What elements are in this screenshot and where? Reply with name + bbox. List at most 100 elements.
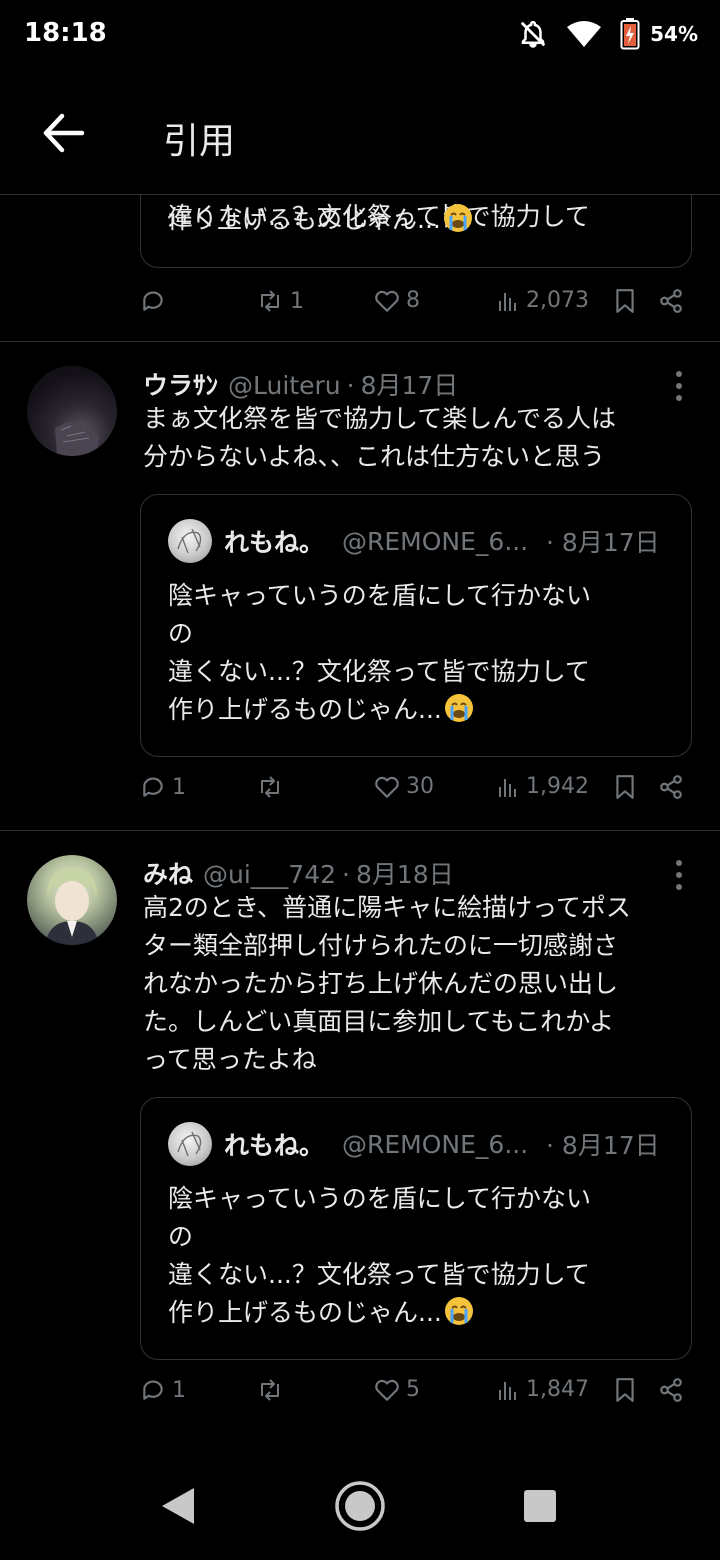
quoted-user-handle: @REMONE_6...: [342, 526, 529, 556]
retweet-count: 1: [290, 288, 304, 314]
tweet-text-line: まぁ文化祭を皆で協力して楽しんでる人は: [143, 404, 617, 433]
quoted-tweet-card-text: 違くない...？文化祭って皆で協力して 作り上げるものじゃん...: [140, 195, 692, 268]
share-button[interactable]: [658, 288, 684, 314]
quote-text-line: 陰キャっていうのを盾にして行かない: [168, 1184, 592, 1213]
bookmark-icon: [616, 1378, 634, 1402]
separator-dot: ·: [342, 860, 350, 889]
like-button[interactable]: 5: [374, 1377, 420, 1402]
views-button[interactable]: 2,073: [496, 288, 589, 313]
views-chart-icon: [499, 1381, 516, 1400]
bookmark-icon: [616, 289, 634, 313]
quoted-tweet-card[interactable]: れもね。 @REMONE_6... · 8月17日 陰キャっていうのを盾にして行…: [140, 1097, 692, 1360]
tweet[interactable]: ウラｻﾝ @Luiteru · 8月17日 まぁ文化祭を皆で協力して楽しんでる人…: [0, 342, 720, 831]
tweet-text-line: 高2のとき、普通に陽キャに絵描けってポス: [143, 893, 631, 922]
tweet-text-line: って思ったよね: [143, 1045, 317, 1074]
tweet-actions: 1 5 1,847: [140, 1377, 685, 1417]
quoted-tweet-card[interactable]: れもね。 @REMONE_6... · 8月17日 陰キャっていうのを盾にして行…: [140, 494, 692, 757]
views-chart-icon: [499, 292, 516, 311]
like-count: 8: [406, 288, 420, 313]
tweet-text-line: た。しんどい真面目に参加してもこれかよ: [143, 1007, 615, 1036]
like-button[interactable]: 30: [374, 774, 434, 799]
heart-icon: [375, 1379, 399, 1401]
quote-text-line: の: [168, 619, 194, 648]
views-button[interactable]: 1,942: [496, 774, 589, 799]
arrow-left-icon: [43, 113, 85, 153]
tweet-header: みね @ui___742 · 8月18日: [143, 855, 454, 891]
retweet-button[interactable]: [256, 774, 290, 800]
avatar-image: [55, 422, 99, 456]
share-icon: [660, 289, 682, 313]
quote-text-line: 違くない...？文化祭って皆で協力して: [168, 657, 590, 686]
user-handle[interactable]: @ui___742: [203, 860, 336, 889]
bookmark-button[interactable]: [614, 774, 636, 800]
avatar-image: [45, 867, 99, 945]
share-button[interactable]: [658, 774, 684, 800]
reply-button[interactable]: 1: [140, 774, 186, 800]
status-icons: 54%: [518, 18, 698, 50]
reply-button[interactable]: 1: [140, 1377, 186, 1403]
quoted-avatar: [168, 1122, 212, 1166]
view-count: 1,847: [526, 1377, 589, 1402]
crying-face-emoji-icon: [444, 694, 473, 722]
like-count: 5: [406, 1377, 420, 1402]
quoted-tweet-header: れもね。 @REMONE_6... · 8月17日: [168, 1122, 660, 1166]
tweet-text: まぁ文化祭を皆で協力して楽しんでる人は 分からないよね、、これは仕方ないと思う: [143, 400, 693, 476]
quoted-display-name: れもね。: [224, 1131, 325, 1160]
app-header: 引用: [0, 70, 720, 195]
user-handle[interactable]: @Luiteru: [228, 371, 341, 400]
wifi-icon: [567, 21, 602, 47]
tweet-partial[interactable]: 違くない...？文化祭って皆で協力して 違くない...？文化祭って皆で協力して …: [0, 195, 720, 342]
retweet-button[interactable]: [256, 1377, 290, 1403]
quoted-user-handle: @REMONE_6...: [342, 1129, 529, 1159]
bookmark-button[interactable]: [614, 288, 636, 314]
notifications-off-icon: [520, 20, 546, 48]
tweet-actions: 1 30 1,942: [140, 774, 685, 814]
avatar[interactable]: [27, 366, 117, 456]
reply-button[interactable]: [140, 288, 172, 314]
quoted-display-name: れもね。: [224, 528, 325, 557]
quote-text-line: 作り上げるものじゃん...: [168, 695, 442, 724]
status-bar: 18:18 54%: [0, 0, 720, 70]
crying-face-emoji-icon: [443, 204, 472, 232]
tweet[interactable]: みね @ui___742 · 8月18日 高2のとき、普通に陽キャに絵描けってポ…: [0, 831, 720, 1433]
retweet-button[interactable]: 1: [256, 288, 304, 314]
tweet-text-line: ター類全部押し付けられたのに一切感謝さ: [143, 931, 619, 960]
quote-text-line: の: [168, 1222, 194, 1251]
quote-tweet-feed[interactable]: 違くない...？文化祭って皆で協力して 違くない...？文化祭って皆で協力して …: [0, 195, 720, 1433]
share-button[interactable]: [658, 1377, 684, 1403]
bookmark-button[interactable]: [614, 1377, 636, 1403]
reply-count: 1: [172, 1377, 186, 1403]
heart-icon: [375, 776, 399, 798]
display-name[interactable]: ウラｻﾝ: [143, 366, 218, 402]
views-button[interactable]: 1,847: [496, 1377, 589, 1402]
more-options-icon[interactable]: [674, 370, 684, 402]
reply-count: 1: [172, 774, 186, 800]
share-icon: [660, 1378, 682, 1402]
page-title: 引用: [163, 121, 236, 162]
nav-home-icon[interactable]: [334, 1480, 386, 1532]
tweet-date[interactable]: 8月18日: [356, 855, 454, 891]
nav-recents-icon[interactable]: [523, 1489, 557, 1523]
more-options-icon[interactable]: [674, 859, 684, 891]
views-chart-icon: [499, 778, 516, 797]
battery-percent: 54%: [650, 22, 698, 46]
view-count: 1,942: [526, 774, 589, 799]
back-button[interactable]: [38, 108, 88, 158]
like-count: 30: [406, 774, 434, 799]
reply-icon: [143, 291, 163, 311]
nav-back-icon[interactable]: [160, 1486, 196, 1526]
like-button[interactable]: 8: [374, 288, 420, 313]
view-count: 2,073: [526, 288, 589, 313]
quoted-avatar: [168, 519, 212, 563]
quoted-tweet-text: 陰キャっていうのを盾にして行かない の 違くない...？文化祭って皆で協力して …: [168, 1180, 591, 1332]
avatar[interactable]: [27, 855, 117, 945]
tweet-actions: 1 8 2,073: [140, 288, 685, 328]
quoted-tweet-text: 陰キャっていうのを盾にして行かない の 違くない...？文化祭って皆で協力して …: [168, 577, 591, 729]
tweet-date[interactable]: 8月17日: [361, 366, 459, 402]
display-name[interactable]: みね: [143, 855, 193, 891]
tweet-header: ウラｻﾝ @Luiteru · 8月17日: [143, 366, 458, 402]
tweet-text-line: れなかったから打ち上げ休んだの思い出し: [143, 969, 619, 998]
quote-text-line: 作り上げるものじゃん...: [168, 1298, 442, 1327]
quote-text-line: 違くない...？文化祭って皆で協力して: [168, 1260, 590, 1289]
quoted-tweet-date: · 8月17日: [546, 1131, 660, 1160]
